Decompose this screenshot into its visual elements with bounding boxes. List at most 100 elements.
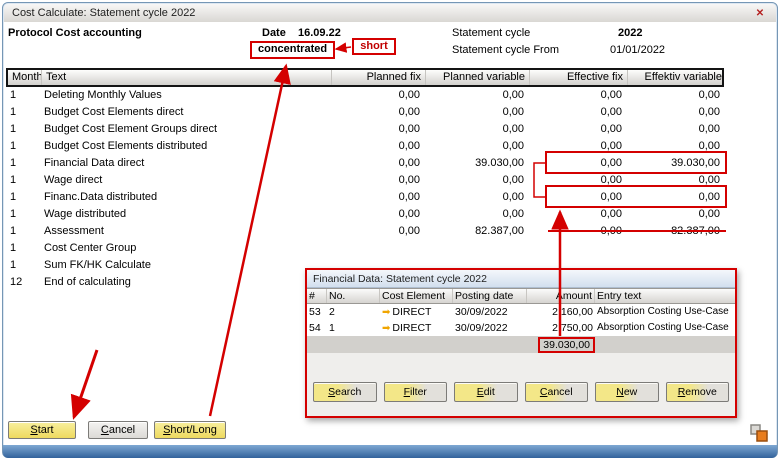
effective-fix-cell: 0,00 xyxy=(528,223,626,240)
effective-fix-cell: 0,00 xyxy=(528,155,626,172)
direct-arrow-icon: ➡ xyxy=(382,323,390,334)
effective-fix-cell: 0,00 xyxy=(528,189,626,206)
effektiv-variable-cell: 82.387,00 xyxy=(626,223,724,240)
main-table-body: 1Deleting Monthly Values0,000,000,000,00… xyxy=(6,87,724,291)
effektiv-variable-cell: 0,00 xyxy=(626,138,724,155)
table-row[interactable]: 1Financ.Data distributed0,000,000,000,00 xyxy=(6,189,724,206)
month-cell: 12 xyxy=(6,274,40,291)
close-icon[interactable]: ✕ xyxy=(752,6,768,20)
effective-fix-cell: 0,00 xyxy=(528,121,626,138)
protocol-title: Protocol Cost accounting xyxy=(8,27,142,39)
edit-button[interactable]: Edit xyxy=(454,382,518,402)
effektiv-variable-cell: 0,00 xyxy=(626,87,724,104)
table-row[interactable]: 1Wage distributed0,000,000,000,00 xyxy=(6,206,724,223)
table-row[interactable]: 1Budget Cost Elements distributed0,000,0… xyxy=(6,138,724,155)
sum-row: 39.030,00 xyxy=(307,336,735,353)
table-row[interactable]: 1Budget Cost Element Groups direct0,000,… xyxy=(6,121,724,138)
screen: Cost Calculate: Statement cycle 2022 ✕ P… xyxy=(0,0,780,460)
month-cell: 1 xyxy=(6,223,40,240)
financial-data-row[interactable]: 541➡DIRECT30/09/20222.750,00Absorption C… xyxy=(307,320,735,336)
planned-variable-cell: 0,00 xyxy=(424,121,528,138)
row-number-cell: 54 xyxy=(307,320,327,336)
resize-grip-icon[interactable] xyxy=(749,423,769,443)
date-label: Date xyxy=(262,27,286,39)
cost-element-cell: ➡DIRECT xyxy=(380,320,453,336)
planned-variable-cell: 0,00 xyxy=(424,172,528,189)
overlay-cancel-button[interactable]: Cancel xyxy=(525,382,589,402)
statement-cycle-value: 2022 xyxy=(618,27,642,39)
overlay-button-bar: Search Filter Edit Cancel New Remove xyxy=(313,382,729,402)
planned-fix-cell: 0,00 xyxy=(330,172,424,189)
month-cell: 1 xyxy=(6,121,40,138)
cost-element-label: DIRECT xyxy=(392,306,431,318)
main-titlebar[interactable]: Cost Calculate: Statement cycle 2022 ✕ xyxy=(4,4,776,22)
mode-field-concentrated[interactable]: concentrated xyxy=(250,41,335,59)
text-cell: Budget Cost Element Groups direct xyxy=(40,121,330,138)
effective-fix-cell: 0,00 xyxy=(528,104,626,121)
table-row[interactable]: 1Budget Cost Elements direct0,000,000,00… xyxy=(6,104,724,121)
text-cell: Budget Cost Elements direct xyxy=(40,104,330,121)
cancel-button[interactable]: Cancel xyxy=(88,421,148,439)
planned-fix-cell: 0,00 xyxy=(330,138,424,155)
month-cell: 1 xyxy=(6,138,40,155)
table-row[interactable]: 1Financial Data direct0,0039.030,000,003… xyxy=(6,155,724,172)
text-cell: Deleting Monthly Values xyxy=(40,87,330,104)
effective-fix-cell: 0,00 xyxy=(528,206,626,223)
posting-date-cell: 30/09/2022 xyxy=(453,320,527,336)
cycle-from-value: 01/01/2022 xyxy=(610,44,665,56)
start-button[interactable]: Start xyxy=(8,421,76,439)
month-cell: 1 xyxy=(6,240,40,257)
short-annotation-callout: short xyxy=(352,38,396,55)
column-header-effektiv-variable: Effektiv variable xyxy=(628,70,726,85)
cost-element-cell: ➡DIRECT xyxy=(380,304,453,320)
planned-fix-cell: 0,00 xyxy=(330,155,424,172)
overlay-column-amount: Amount xyxy=(527,289,595,303)
column-header-planned-fix: Planned fix xyxy=(332,70,426,85)
date-value: 16.09.22 xyxy=(298,27,341,39)
search-button[interactable]: Search xyxy=(313,382,377,402)
text-cell: Assessment xyxy=(40,223,330,240)
filter-button[interactable]: Filter xyxy=(384,382,448,402)
text-cell: Financial Data direct xyxy=(40,155,330,172)
planned-variable-cell: 82.387,00 xyxy=(424,223,528,240)
sum-value: 39.030,00 xyxy=(538,337,595,353)
planned-variable-cell: 0,00 xyxy=(424,189,528,206)
column-header-month: Month xyxy=(8,70,42,85)
amount-cell: 2.750,00 xyxy=(527,320,595,336)
amount-cell: 2.160,00 xyxy=(527,304,595,320)
planned-fix-cell: 0,00 xyxy=(330,206,424,223)
cycle-from-label: Statement cycle From xyxy=(452,44,559,56)
table-row[interactable]: 1Assessment0,0082.387,000,0082.387,00 xyxy=(6,223,724,240)
overlay-column-posting-date: Posting date xyxy=(453,289,527,303)
short-long-button[interactable]: Short/Long xyxy=(154,421,226,439)
effective-fix-cell: 0,00 xyxy=(528,172,626,189)
planned-variable-cell: 0,00 xyxy=(424,138,528,155)
financial-data-row[interactable]: 532➡DIRECT30/09/20222.160,00Absorption C… xyxy=(307,304,735,320)
overlay-table-body: 532➡DIRECT30/09/20222.160,00Absorption C… xyxy=(307,304,735,336)
overlay-column-num: # xyxy=(307,289,327,303)
entry-text-cell: Absorption Costing Use-Case xyxy=(595,320,735,336)
text-cell: Wage distributed xyxy=(40,206,330,223)
planned-fix-cell: 0,00 xyxy=(330,87,424,104)
effektiv-variable-cell: 0,00 xyxy=(626,121,724,138)
table-row[interactable]: 1Cost Center Group xyxy=(6,240,724,257)
overlay-column-cost-element: Cost Element xyxy=(380,289,453,303)
effektiv-variable-cell: 0,00 xyxy=(626,172,724,189)
planned-fix-cell: 0,00 xyxy=(330,189,424,206)
month-cell: 1 xyxy=(6,104,40,121)
table-row[interactable]: 1Deleting Monthly Values0,000,000,000,00 xyxy=(6,87,724,104)
posting-date-cell: 30/09/2022 xyxy=(453,304,527,320)
remove-button[interactable]: Remove xyxy=(666,382,730,402)
new-button[interactable]: New xyxy=(595,382,659,402)
text-cell: Cost Center Group xyxy=(40,240,330,257)
effektiv-variable-cell: 0,00 xyxy=(626,189,724,206)
text-cell: Budget Cost Elements distributed xyxy=(40,138,330,155)
planned-fix-cell: 0,00 xyxy=(330,121,424,138)
cost-element-label: DIRECT xyxy=(392,322,431,334)
planned-fix-cell: 0,00 xyxy=(330,223,424,240)
table-row[interactable]: 1Wage direct0,000,000,000,00 xyxy=(6,172,724,189)
column-header-text: Text xyxy=(42,70,332,85)
month-cell: 1 xyxy=(6,206,40,223)
overlay-titlebar[interactable]: Financial Data: Statement cycle 2022 xyxy=(307,270,735,288)
planned-variable-cell xyxy=(424,240,528,257)
